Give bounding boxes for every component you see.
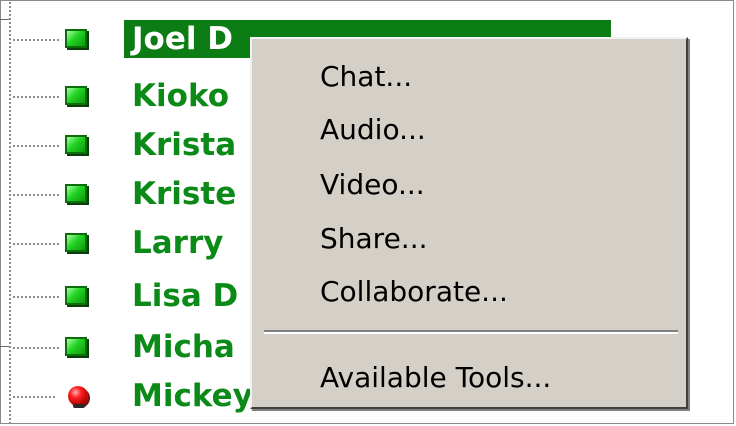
- tree-branch: [13, 296, 59, 298]
- tree-branch: [13, 96, 59, 98]
- online-status-icon: [65, 286, 87, 305]
- menu-separator: [264, 330, 678, 334]
- menu-item-available-tools[interactable]: Available Tools...: [254, 352, 684, 404]
- contact-name[interactable]: Kioko: [132, 76, 229, 116]
- online-status-icon: [65, 233, 87, 252]
- menu-item-collaborate[interactable]: Collaborate...: [254, 266, 684, 318]
- online-status-icon: [65, 184, 87, 203]
- contact-name[interactable]: Lisa D: [132, 276, 238, 316]
- menu-item-audio[interactable]: Audio...: [254, 104, 684, 156]
- tree-branch: [13, 194, 59, 196]
- contact-name[interactable]: Mickey: [132, 376, 253, 416]
- contact-name[interactable]: Joel D: [132, 19, 233, 59]
- menu-item-chat[interactable]: Chat...: [254, 51, 684, 103]
- context-menu: Chat... Audio... Video... Share... Colla…: [250, 37, 688, 409]
- contact-name[interactable]: Krista: [132, 125, 236, 165]
- menu-item-share[interactable]: Share...: [254, 213, 684, 265]
- tree-branch: [13, 145, 59, 147]
- contact-name[interactable]: Larry: [132, 223, 223, 263]
- tree-branch: [13, 243, 59, 245]
- tree-branch: [13, 39, 59, 41]
- menu-item-video[interactable]: Video...: [254, 159, 684, 211]
- online-status-icon: [65, 135, 87, 154]
- offline-status-icon: [68, 386, 88, 408]
- online-status-icon: [65, 337, 87, 356]
- contact-name[interactable]: Kriste: [132, 174, 236, 214]
- tree-branch: [13, 347, 59, 349]
- online-status-icon: [65, 29, 87, 48]
- tree-branch: [13, 396, 55, 398]
- online-status-icon: [65, 86, 87, 105]
- contact-name[interactable]: Micha: [132, 327, 235, 367]
